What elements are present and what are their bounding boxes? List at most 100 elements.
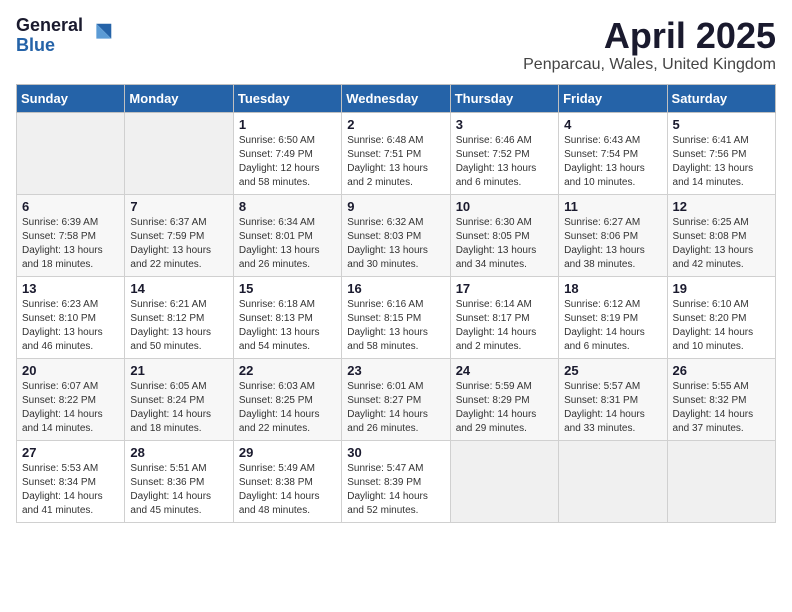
calendar-cell: 2 Sunrise: 6:48 AM Sunset: 7:51 PM Daylig… <box>342 112 450 194</box>
logo: General Blue <box>16 16 115 56</box>
day-detail: Sunrise: 6:34 AM Sunset: 8:01 PM Dayligh… <box>239 216 336 272</box>
day-detail: Sunrise: 6:41 AM Sunset: 7:56 PM Dayligh… <box>673 134 770 190</box>
day-number: 11 <box>564 199 661 214</box>
day-number: 2 <box>347 117 444 132</box>
day-detail: Sunrise: 5:57 AM Sunset: 8:31 PM Dayligh… <box>564 380 661 436</box>
day-number: 8 <box>239 199 336 214</box>
calendar-cell: 18 Sunrise: 6:12 AM Sunset: 8:19 PM Dayli… <box>559 276 667 358</box>
calendar-cell: 21 Sunrise: 6:05 AM Sunset: 8:24 PM Dayli… <box>125 358 233 440</box>
calendar-cell: 7Sunrise: 6:37 AM Sunset: 7:59 PM Daylig… <box>125 194 233 276</box>
calendar-cell <box>450 440 558 522</box>
day-detail: Sunrise: 6:23 AM Sunset: 8:10 PM Dayligh… <box>22 298 119 354</box>
calendar-cell: 16 Sunrise: 6:16 AM Sunset: 8:15 PM Dayli… <box>342 276 450 358</box>
calendar-cell: 29 Sunrise: 5:49 AM Sunset: 8:38 PM Dayli… <box>233 440 341 522</box>
day-number: 18 <box>564 281 661 296</box>
day-detail: Sunrise: 5:49 AM Sunset: 8:38 PM Dayligh… <box>239 462 336 518</box>
day-detail: Sunrise: 6:16 AM Sunset: 8:15 PM Dayligh… <box>347 298 444 354</box>
calendar-cell: 26 Sunrise: 5:55 AM Sunset: 8:32 PM Dayli… <box>667 358 775 440</box>
day-number: 29 <box>239 445 336 460</box>
location-title: Penparcau, Wales, United Kingdom <box>523 56 776 74</box>
day-number: 15 <box>239 281 336 296</box>
calendar-cell: 9Sunrise: 6:32 AM Sunset: 8:03 PM Daylig… <box>342 194 450 276</box>
day-detail: Sunrise: 6:50 AM Sunset: 7:49 PM Dayligh… <box>239 134 336 190</box>
calendar-cell <box>125 112 233 194</box>
day-number: 3 <box>456 117 553 132</box>
logo-blue: Blue <box>16 36 83 56</box>
calendar-cell: 6 Sunrise: 6:39 AM Sunset: 7:58 PM Daylig… <box>17 194 125 276</box>
col-thursday: Thursday <box>450 84 558 112</box>
calendar-cell: 27 Sunrise: 5:53 AM Sunset: 8:34 PM Dayli… <box>17 440 125 522</box>
calendar-cell: 30Sunrise: 5:47 AM Sunset: 8:39 PM Dayli… <box>342 440 450 522</box>
day-detail: Sunrise: 6:30 AM Sunset: 8:05 PM Dayligh… <box>456 216 553 272</box>
day-number: 17 <box>456 281 553 296</box>
day-number: 28 <box>130 445 227 460</box>
calendar-cell: 14 Sunrise: 6:21 AM Sunset: 8:12 PM Dayli… <box>125 276 233 358</box>
day-detail: Sunrise: 6:37 AM Sunset: 7:59 PM Dayligh… <box>130 216 227 272</box>
calendar-cell: 12 Sunrise: 6:25 AM Sunset: 8:08 PM Dayli… <box>667 194 775 276</box>
day-detail: Sunrise: 6:25 AM Sunset: 8:08 PM Dayligh… <box>673 216 770 272</box>
day-number: 14 <box>130 281 227 296</box>
calendar-header: Sunday Monday Tuesday Wednesday Thursday… <box>17 84 776 112</box>
calendar-cell: 24 Sunrise: 5:59 AM Sunset: 8:29 PM Dayli… <box>450 358 558 440</box>
day-number: 23 <box>347 363 444 378</box>
calendar-cell: 8 Sunrise: 6:34 AM Sunset: 8:01 PM Daylig… <box>233 194 341 276</box>
day-number: 5 <box>673 117 770 132</box>
calendar-cell: 10 Sunrise: 6:30 AM Sunset: 8:05 PM Dayli… <box>450 194 558 276</box>
calendar-cell: 15Sunrise: 6:18 AM Sunset: 8:13 PM Dayli… <box>233 276 341 358</box>
header: General Blue April 2025 Penparcau, Wales… <box>16 16 776 74</box>
day-detail: Sunrise: 5:55 AM Sunset: 8:32 PM Dayligh… <box>673 380 770 436</box>
calendar-cell: 20Sunrise: 6:07 AM Sunset: 8:22 PM Dayli… <box>17 358 125 440</box>
calendar-cell: 5 Sunrise: 6:41 AM Sunset: 7:56 PM Daylig… <box>667 112 775 194</box>
day-detail: Sunrise: 6:05 AM Sunset: 8:24 PM Dayligh… <box>130 380 227 436</box>
day-detail: Sunrise: 6:10 AM Sunset: 8:20 PM Dayligh… <box>673 298 770 354</box>
day-number: 16 <box>347 281 444 296</box>
day-number: 19 <box>673 281 770 296</box>
col-sunday: Sunday <box>17 84 125 112</box>
day-number: 24 <box>456 363 553 378</box>
day-detail: Sunrise: 6:12 AM Sunset: 8:19 PM Dayligh… <box>564 298 661 354</box>
calendar-week-4: 20Sunrise: 6:07 AM Sunset: 8:22 PM Dayli… <box>17 358 776 440</box>
day-number: 21 <box>130 363 227 378</box>
col-tuesday: Tuesday <box>233 84 341 112</box>
day-detail: Sunrise: 6:14 AM Sunset: 8:17 PM Dayligh… <box>456 298 553 354</box>
header-row: Sunday Monday Tuesday Wednesday Thursday… <box>17 84 776 112</box>
day-number: 6 <box>22 199 119 214</box>
day-detail: Sunrise: 6:48 AM Sunset: 7:51 PM Dayligh… <box>347 134 444 190</box>
calendar-cell <box>17 112 125 194</box>
logo-icon <box>87 20 115 48</box>
calendar-cell: 1 Sunrise: 6:50 AM Sunset: 7:49 PM Daylig… <box>233 112 341 194</box>
day-number: 26 <box>673 363 770 378</box>
day-detail: Sunrise: 5:53 AM Sunset: 8:34 PM Dayligh… <box>22 462 119 518</box>
day-detail: Sunrise: 5:59 AM Sunset: 8:29 PM Dayligh… <box>456 380 553 436</box>
day-detail: Sunrise: 6:07 AM Sunset: 8:22 PM Dayligh… <box>22 380 119 436</box>
day-detail: Sunrise: 6:01 AM Sunset: 8:27 PM Dayligh… <box>347 380 444 436</box>
day-detail: Sunrise: 6:03 AM Sunset: 8:25 PM Dayligh… <box>239 380 336 436</box>
day-number: 12 <box>673 199 770 214</box>
calendar-table: Sunday Monday Tuesday Wednesday Thursday… <box>16 84 776 523</box>
calendar-week-5: 27 Sunrise: 5:53 AM Sunset: 8:34 PM Dayli… <box>17 440 776 522</box>
day-detail: Sunrise: 6:21 AM Sunset: 8:12 PM Dayligh… <box>130 298 227 354</box>
day-number: 4 <box>564 117 661 132</box>
day-detail: Sunrise: 6:32 AM Sunset: 8:03 PM Dayligh… <box>347 216 444 272</box>
calendar-cell: 28 Sunrise: 5:51 AM Sunset: 8:36 PM Dayli… <box>125 440 233 522</box>
calendar-cell <box>667 440 775 522</box>
day-number: 10 <box>456 199 553 214</box>
calendar-cell: 23 Sunrise: 6:01 AM Sunset: 8:27 PM Dayli… <box>342 358 450 440</box>
calendar-body: 1 Sunrise: 6:50 AM Sunset: 7:49 PM Daylig… <box>17 112 776 522</box>
calendar-week-1: 1 Sunrise: 6:50 AM Sunset: 7:49 PM Daylig… <box>17 112 776 194</box>
col-wednesday: Wednesday <box>342 84 450 112</box>
calendar-cell: 25Sunrise: 5:57 AM Sunset: 8:31 PM Dayli… <box>559 358 667 440</box>
calendar-cell: 4Sunrise: 6:43 AM Sunset: 7:54 PM Daylig… <box>559 112 667 194</box>
calendar-cell: 11 Sunrise: 6:27 AM Sunset: 8:06 PM Dayli… <box>559 194 667 276</box>
day-detail: Sunrise: 5:47 AM Sunset: 8:39 PM Dayligh… <box>347 462 444 518</box>
day-number: 1 <box>239 117 336 132</box>
day-detail: Sunrise: 6:39 AM Sunset: 7:58 PM Dayligh… <box>22 216 119 272</box>
day-detail: Sunrise: 6:27 AM Sunset: 8:06 PM Dayligh… <box>564 216 661 272</box>
calendar-cell: 17 Sunrise: 6:14 AM Sunset: 8:17 PM Dayli… <box>450 276 558 358</box>
logo-general: General <box>16 16 83 36</box>
day-number: 22 <box>239 363 336 378</box>
day-number: 27 <box>22 445 119 460</box>
calendar-week-2: 6 Sunrise: 6:39 AM Sunset: 7:58 PM Daylig… <box>17 194 776 276</box>
day-detail: Sunrise: 5:51 AM Sunset: 8:36 PM Dayligh… <box>130 462 227 518</box>
day-number: 13 <box>22 281 119 296</box>
